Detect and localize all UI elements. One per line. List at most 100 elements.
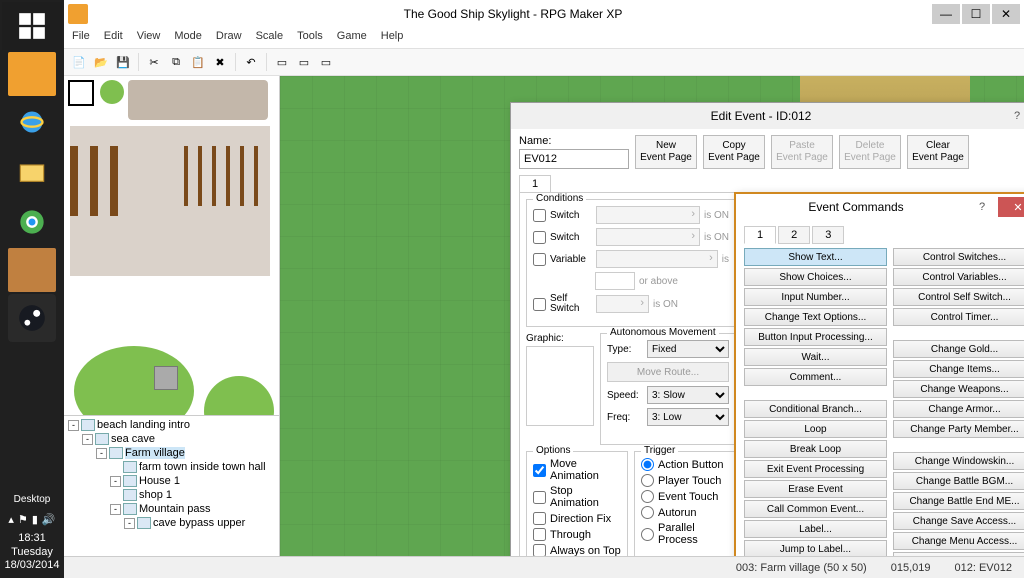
delete-icon[interactable]: ✖	[211, 53, 229, 71]
ec-cmd-button[interactable]: Change Save Access...	[893, 512, 1024, 530]
cond-selfswitch-check[interactable]	[533, 298, 546, 311]
ec-cmd-button[interactable]: Input Number...	[744, 288, 887, 306]
ec-cmd-button[interactable]: Exit Event Processing	[744, 460, 887, 478]
layer2-icon[interactable]: ▭	[295, 53, 313, 71]
ec-cmd-button[interactable]: Control Timer...	[893, 308, 1024, 326]
minimize-button[interactable]: —	[932, 4, 960, 24]
menu-draw[interactable]: Draw	[216, 30, 242, 46]
show-desktop-label[interactable]: Desktop	[0, 494, 64, 505]
opt-through[interactable]	[533, 528, 546, 541]
taskbar-app-rpgmaker[interactable]	[8, 52, 56, 96]
ec-help-icon[interactable]: ?	[970, 201, 994, 213]
paste-icon[interactable]: 📋	[189, 53, 207, 71]
map-tree[interactable]: -beach landing intro-sea cave-Farm villa…	[64, 416, 279, 556]
ec-cmd-button[interactable]: Break Loop	[744, 440, 887, 458]
new-event-page-button[interactable]: NewEvent Page	[635, 135, 697, 169]
ec-cmd-button[interactable]: Comment...	[744, 368, 887, 386]
ec-cmd-button[interactable]: Change Weapons...	[893, 380, 1024, 398]
ec-cmd-button[interactable]: Loop	[744, 420, 887, 438]
clear-event-page-button[interactable]: ClearEvent Page	[907, 135, 969, 169]
menu-help[interactable]: Help	[381, 30, 404, 46]
menu-mode[interactable]: Mode	[174, 30, 202, 46]
cond-selfswitch-select[interactable]	[596, 295, 649, 313]
tree-item[interactable]: -beach landing intro	[64, 418, 279, 432]
cond-switch2-select[interactable]	[596, 228, 700, 246]
layer3-icon[interactable]: ▭	[317, 53, 335, 71]
opt-dirfix[interactable]	[533, 512, 546, 525]
ec-cmd-button[interactable]: Erase Event	[744, 480, 887, 498]
trigger-parallel[interactable]	[641, 528, 654, 541]
trigger-autorun[interactable]	[641, 506, 654, 519]
tree-item[interactable]: -sea cave	[64, 432, 279, 446]
tray-flag-icon[interactable]: ⚑	[18, 513, 28, 526]
event-name-input[interactable]	[519, 149, 629, 169]
close-button[interactable]: ✕	[992, 4, 1020, 24]
ec-cmd-button[interactable]: Show Choices...	[744, 268, 887, 286]
ec-cmd-button[interactable]: Wait...	[744, 348, 887, 366]
save-icon[interactable]: 💾	[114, 53, 132, 71]
trigger-action[interactable]	[641, 458, 654, 471]
copy-event-page-button[interactable]: CopyEvent Page	[703, 135, 765, 169]
opt-alwaystop[interactable]	[533, 544, 546, 556]
graphic-selector[interactable]	[526, 346, 594, 426]
ec-cmd-button[interactable]: Control Self Switch...	[893, 288, 1024, 306]
menu-view[interactable]: View	[137, 30, 161, 46]
cond-variable-check[interactable]	[533, 253, 546, 266]
tileset-panel[interactable]	[64, 76, 279, 416]
tray-network-icon[interactable]: ▮	[32, 513, 38, 526]
tree-item[interactable]: shop 1	[64, 488, 279, 502]
move-type-select[interactable]: Fixed	[647, 340, 729, 358]
start-button[interactable]	[2, 2, 62, 50]
ec-cmd-button[interactable]: Change Items...	[893, 360, 1024, 378]
open-icon[interactable]: 📂	[92, 53, 110, 71]
menu-scale[interactable]: Scale	[256, 30, 284, 46]
ec-tab-3[interactable]: 3	[812, 226, 844, 244]
tree-item[interactable]: -House 1	[64, 474, 279, 488]
menu-edit[interactable]: Edit	[104, 30, 123, 46]
menu-tools[interactable]: Tools	[297, 30, 323, 46]
cut-icon[interactable]: ✂	[145, 53, 163, 71]
taskbar-clock[interactable]: 18:31 Tuesday 18/03/2014	[0, 532, 64, 572]
system-tray[interactable]: ▴ ⚑ ▮ 🔊	[0, 513, 64, 526]
opt-moveanim[interactable]	[533, 464, 546, 477]
taskbar-app-ie[interactable]	[2, 98, 62, 146]
event-page-tab-1[interactable]: 1	[519, 175, 551, 192]
opt-stopanim[interactable]	[533, 491, 546, 504]
menu-game[interactable]: Game	[337, 30, 367, 46]
ec-cmd-button[interactable]: Change Encounter...	[893, 552, 1024, 556]
tray-up-icon[interactable]: ▴	[8, 513, 14, 526]
trigger-eventtouch[interactable]	[641, 490, 654, 503]
cond-switch2-check[interactable]	[533, 231, 546, 244]
ec-cmd-button[interactable]: Label...	[744, 520, 887, 538]
ec-cmd-button[interactable]: Change Armor...	[893, 400, 1024, 418]
map-canvas[interactable]: Edit Event - ID:012 ? ✕ Name: NewEvent P…	[280, 76, 1024, 556]
menu-file[interactable]: File	[72, 30, 90, 46]
ec-cmd-button[interactable]: Change Party Member...	[893, 420, 1024, 438]
cond-variable-value[interactable]	[595, 272, 635, 290]
tree-item[interactable]: farm town inside town hall	[64, 460, 279, 474]
trigger-playertouch[interactable]	[641, 474, 654, 487]
new-icon[interactable]: 📄	[70, 53, 88, 71]
ec-cmd-button[interactable]: Change Battle BGM...	[893, 472, 1024, 490]
ec-cmd-button[interactable]: Show Text...	[744, 248, 887, 266]
copy-icon[interactable]: ⧉	[167, 53, 185, 71]
speed-select[interactable]: 3: Slow	[647, 386, 729, 404]
taskbar-app-game[interactable]	[8, 248, 56, 292]
ec-tab-1[interactable]: 1	[744, 226, 776, 244]
ec-cmd-button[interactable]: Jump to Label...	[744, 540, 887, 556]
tree-item[interactable]: -Mountain pass	[64, 502, 279, 516]
tray-volume-icon[interactable]: 🔊	[42, 513, 56, 526]
layer1-icon[interactable]: ▭	[273, 53, 291, 71]
ec-cmd-button[interactable]: Button Input Processing...	[744, 328, 887, 346]
cond-switch1-check[interactable]	[533, 209, 546, 222]
taskbar-app-steam[interactable]	[2, 294, 62, 342]
ec-cmd-button[interactable]: Change Text Options...	[744, 308, 887, 326]
tree-item[interactable]: -Farm village	[64, 446, 279, 460]
help-icon[interactable]: ?	[1005, 110, 1024, 122]
ec-cmd-button[interactable]: Conditional Branch...	[744, 400, 887, 418]
ec-cmd-button[interactable]: Change Windowskin...	[893, 452, 1024, 470]
ec-cmd-button[interactable]: Call Common Event...	[744, 500, 887, 518]
taskbar-app-explorer[interactable]	[2, 148, 62, 196]
ec-cmd-button[interactable]: Change Battle End ME...	[893, 492, 1024, 510]
cond-switch1-select[interactable]	[596, 206, 700, 224]
